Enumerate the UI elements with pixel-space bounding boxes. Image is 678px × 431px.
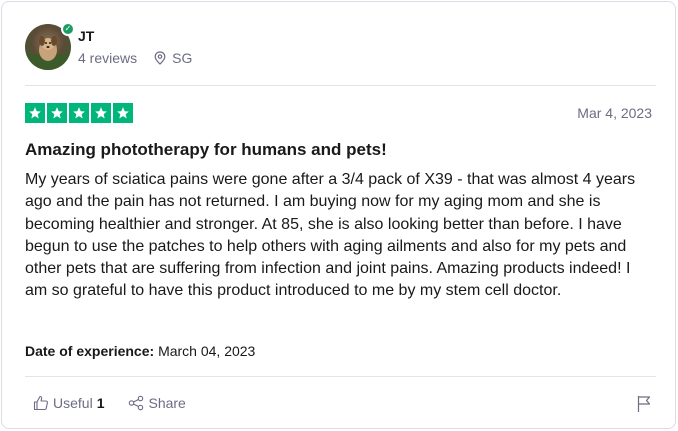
star-icon bbox=[25, 103, 45, 123]
reviewer-location: SG bbox=[154, 50, 192, 66]
review-card: ✓ JT 4 reviews SG Mar 4, 2023 Amazing ph… bbox=[1, 1, 676, 429]
checkmark-icon: ✓ bbox=[61, 22, 75, 36]
share-icon bbox=[129, 395, 144, 411]
reviewer-avatar[interactable]: ✓ bbox=[25, 22, 75, 70]
share-button[interactable]: Share bbox=[128, 395, 186, 411]
star-icon bbox=[47, 103, 67, 123]
location-label: SG bbox=[172, 50, 193, 66]
reviewer-name[interactable]: JT bbox=[78, 28, 94, 44]
experience-date: March 04, 2023 bbox=[158, 343, 256, 359]
star-icon bbox=[113, 103, 133, 123]
useful-count: 1 bbox=[96, 395, 105, 411]
divider bbox=[25, 376, 656, 377]
share-label: Share bbox=[148, 395, 186, 411]
report-button[interactable] bbox=[636, 395, 652, 418]
useful-button[interactable]: Useful 1 bbox=[33, 395, 104, 411]
location-pin-icon bbox=[154, 51, 166, 65]
thumbs-up-icon bbox=[33, 395, 48, 411]
date-of-experience: Date of experience: March 04, 2023 bbox=[25, 343, 255, 359]
star-icon bbox=[91, 103, 111, 123]
star-rating bbox=[25, 103, 135, 123]
reviews-count: 4 reviews bbox=[78, 50, 138, 66]
review-actions: Useful 1 Share bbox=[33, 395, 210, 411]
review-date: Mar 4, 2023 bbox=[577, 105, 652, 121]
reviewer-meta: 4 reviews SG bbox=[78, 50, 192, 66]
review-body: My years of sciatica pains were gone aft… bbox=[25, 171, 636, 300]
flag-icon bbox=[637, 396, 651, 412]
useful-label: Useful bbox=[53, 395, 93, 411]
experience-label: Date of experience: bbox=[25, 343, 155, 359]
review-title[interactable]: Amazing phototherapy for humans and pets… bbox=[25, 140, 387, 160]
star-icon bbox=[69, 103, 89, 123]
divider bbox=[25, 85, 656, 86]
